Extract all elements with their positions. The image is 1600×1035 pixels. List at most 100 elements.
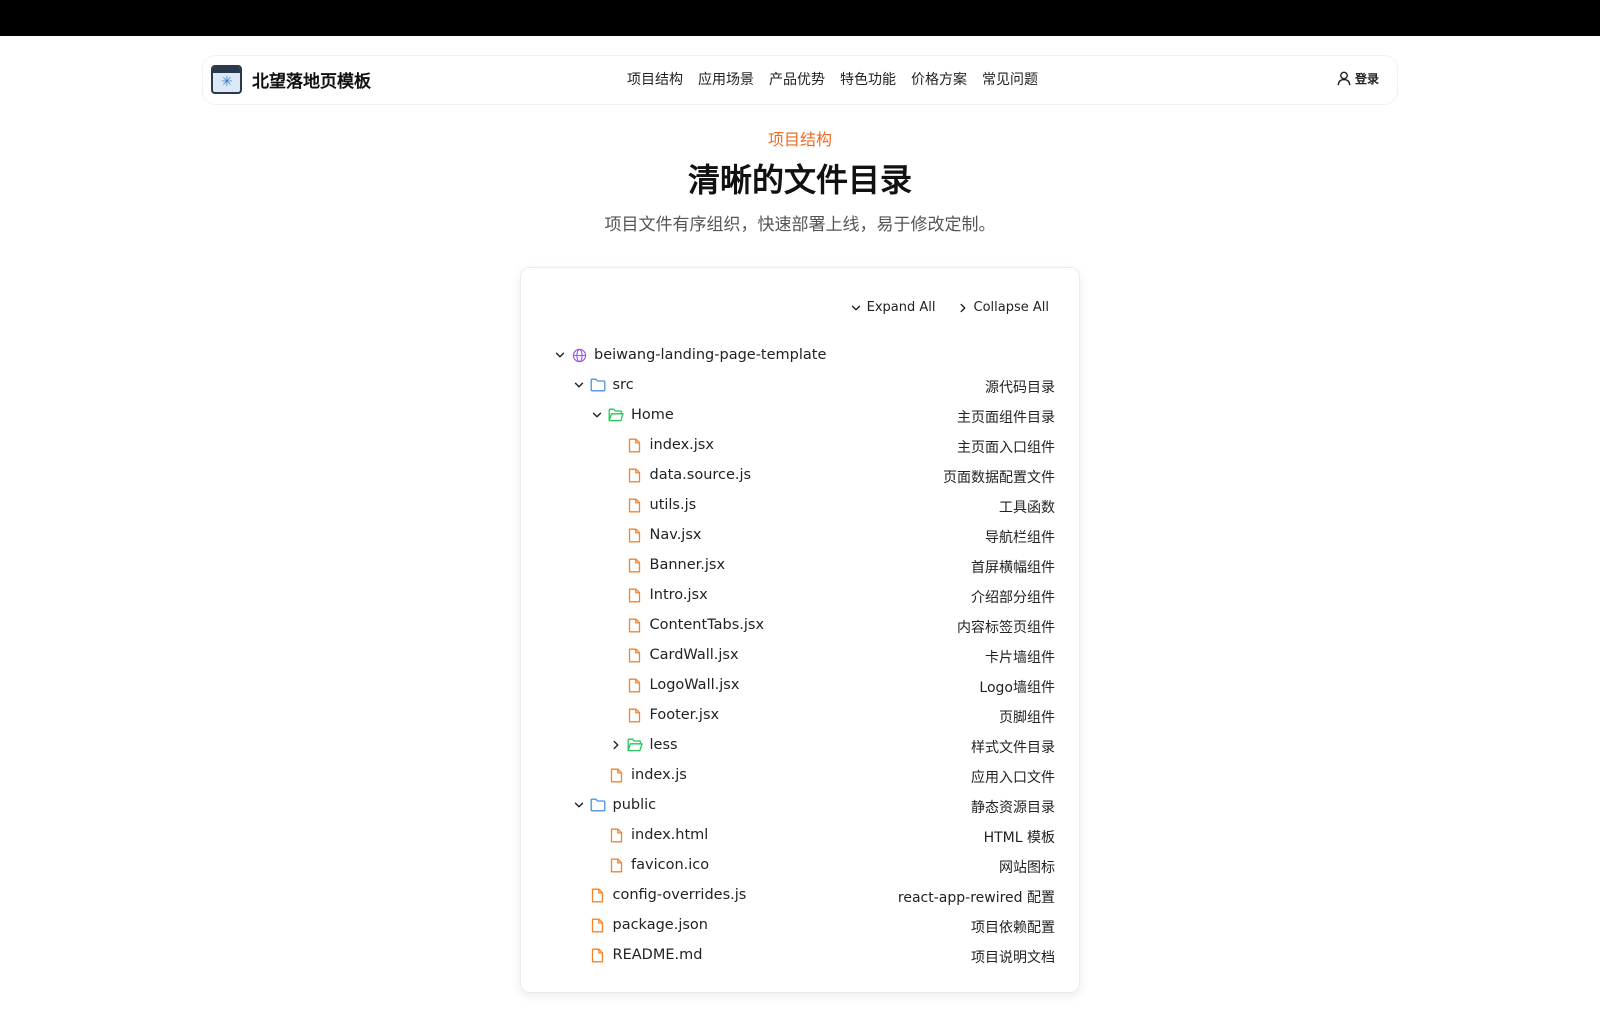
folder-open-icon: [627, 737, 643, 753]
tree-item-description: 项目说明文档: [971, 950, 1055, 966]
expand-all-button[interactable]: Expand All: [851, 300, 936, 315]
tree-row[interactable]: public 静态资源目录: [551, 790, 1055, 820]
tree-row[interactable]: README.md 项目说明文档: [551, 940, 1055, 970]
tree-item-name[interactable]: config-overrides.js: [613, 887, 747, 903]
tree-item-description: 页脚组件: [999, 710, 1055, 726]
file-icon: [627, 617, 643, 633]
nav-links: 项目结构 应用场景 产品优势 特色功能 价格方案 常见问题: [627, 69, 1053, 89]
tree-item-description: 主页面入口组件: [957, 440, 1055, 456]
tree-item-name[interactable]: Footer.jsx: [650, 707, 720, 723]
tree-row[interactable]: LogoWall.jsx Logo墙组件: [551, 670, 1055, 700]
tree-item-name[interactable]: Banner.jsx: [650, 557, 726, 573]
top-black-bar: [0, 0, 1600, 36]
tree-row[interactable]: favicon.ico 网站图标: [551, 850, 1055, 880]
tree-item-description: 应用入口文件: [971, 770, 1055, 786]
nav-link-scenarios[interactable]: 应用场景: [698, 69, 754, 89]
tree-row[interactable]: package.json 项目依赖配置: [551, 910, 1055, 940]
folder-icon: [590, 377, 606, 393]
tree-row[interactable]: src 源代码目录: [551, 370, 1055, 400]
tree-item-name[interactable]: CardWall.jsx: [650, 647, 739, 663]
tree-item-name[interactable]: Nav.jsx: [650, 527, 702, 543]
nav-link-features[interactable]: 特色功能: [840, 69, 896, 89]
file-icon: [627, 437, 643, 453]
tree-item-name[interactable]: beiwang-landing-page-template: [594, 347, 826, 363]
tree-row[interactable]: beiwang-landing-page-template: [551, 340, 1055, 370]
tree-item-description: react-app-rewired 配置: [897, 890, 1055, 906]
tree-item-name[interactable]: LogoWall.jsx: [650, 677, 740, 693]
tree-item-name[interactable]: package.json: [613, 917, 708, 933]
tree-row[interactable]: data.source.js 页面数据配置文件: [551, 460, 1055, 490]
file-icon: [590, 917, 606, 933]
chevron-right-icon[interactable]: [607, 736, 625, 754]
brand[interactable]: ✳ 北望落地页模板: [211, 65, 371, 94]
tree-item-name[interactable]: favicon.ico: [631, 857, 709, 873]
chevron-down-icon[interactable]: [570, 796, 588, 814]
tree-item-name[interactable]: data.source.js: [650, 467, 752, 483]
tree-item-description: 项目依赖配置: [971, 920, 1055, 936]
file-icon: [627, 497, 643, 513]
tree-row[interactable]: Nav.jsx 导航栏组件: [551, 520, 1055, 550]
tree-item-description: 介绍部分组件: [971, 590, 1055, 606]
tree-item-name[interactable]: README.md: [613, 947, 703, 963]
tree-row[interactable]: Banner.jsx 首屏横幅组件: [551, 550, 1055, 580]
tree-row[interactable]: less 样式文件目录: [551, 730, 1055, 760]
tree-row[interactable]: CardWall.jsx 卡片墙组件: [551, 640, 1055, 670]
login-button[interactable]: 登录: [1337, 70, 1379, 87]
tree-item-description: 工具函数: [999, 500, 1055, 516]
tree-item-name[interactable]: src: [613, 377, 634, 393]
tree-row[interactable]: index.js 应用入口文件: [551, 760, 1055, 790]
file-tree-card: Expand All Collapse All beiwang-landing-…: [520, 267, 1080, 993]
user-icon: [1337, 71, 1351, 86]
tree-item-description: 源代码目录: [985, 380, 1055, 396]
tree-item-description: 首屏横幅组件: [971, 560, 1055, 576]
tree-item-name[interactable]: public: [613, 797, 657, 813]
section-subtitle: 项目文件有序组织，快速部署上线，易于修改定制。: [604, 215, 996, 235]
nav-link-advantages[interactable]: 产品优势: [769, 69, 825, 89]
tree-item-name[interactable]: less: [650, 737, 678, 753]
file-icon: [590, 947, 606, 963]
nav-link-structure[interactable]: 项目结构: [627, 69, 683, 89]
tree-row[interactable]: utils.js 工具函数: [551, 490, 1055, 520]
file-icon: [627, 587, 643, 603]
tree-item-name[interactable]: index.js: [631, 767, 687, 783]
tree-row[interactable]: index.html HTML 模板: [551, 820, 1055, 850]
file-icon: [608, 827, 624, 843]
tree-item-name[interactable]: utils.js: [650, 497, 697, 513]
file-icon: [627, 467, 643, 483]
tree-item-description: 样式文件目录: [971, 740, 1055, 756]
section-title: 清晰的文件目录: [687, 161, 912, 199]
tree-item-name[interactable]: index.jsx: [650, 437, 714, 453]
tree-item-description: 网站图标: [999, 860, 1055, 876]
chevron-down-icon[interactable]: [570, 376, 588, 394]
brand-logo-icon: ✳: [211, 65, 242, 94]
tree-row[interactable]: Intro.jsx 介绍部分组件: [551, 580, 1055, 610]
tree-row[interactable]: Footer.jsx 页脚组件: [551, 700, 1055, 730]
nav-link-faq[interactable]: 常见问题: [982, 69, 1038, 89]
chevron-down-icon[interactable]: [551, 346, 569, 364]
folder-open-icon: [608, 407, 624, 423]
tree-item-name[interactable]: ContentTabs.jsx: [650, 617, 765, 633]
tree-item-name[interactable]: Intro.jsx: [650, 587, 708, 603]
tree-row[interactable]: config-overrides.js react-app-rewired 配置: [551, 880, 1055, 910]
nav-link-pricing[interactable]: 价格方案: [911, 69, 967, 89]
chevron-down-icon[interactable]: [588, 406, 606, 424]
file-icon: [627, 647, 643, 663]
tree-row[interactable]: Home 主页面组件目录: [551, 400, 1055, 430]
tree-row[interactable]: ContentTabs.jsx 内容标签页组件: [551, 610, 1055, 640]
collapse-all-button[interactable]: Collapse All: [958, 300, 1049, 315]
tree-item-name[interactable]: Home: [631, 407, 674, 423]
tree-item-name[interactable]: index.html: [631, 827, 708, 843]
section-eyebrow: 项目结构: [767, 130, 832, 149]
globe-icon: [571, 347, 587, 363]
navbar: ✳ 北望落地页模板 项目结构 应用场景 产品优势 特色功能 价格方案 常见问题 …: [202, 55, 1398, 105]
tree-row[interactable]: index.jsx 主页面入口组件: [551, 430, 1055, 460]
tree-controls: Expand All Collapse All: [829, 300, 1049, 315]
